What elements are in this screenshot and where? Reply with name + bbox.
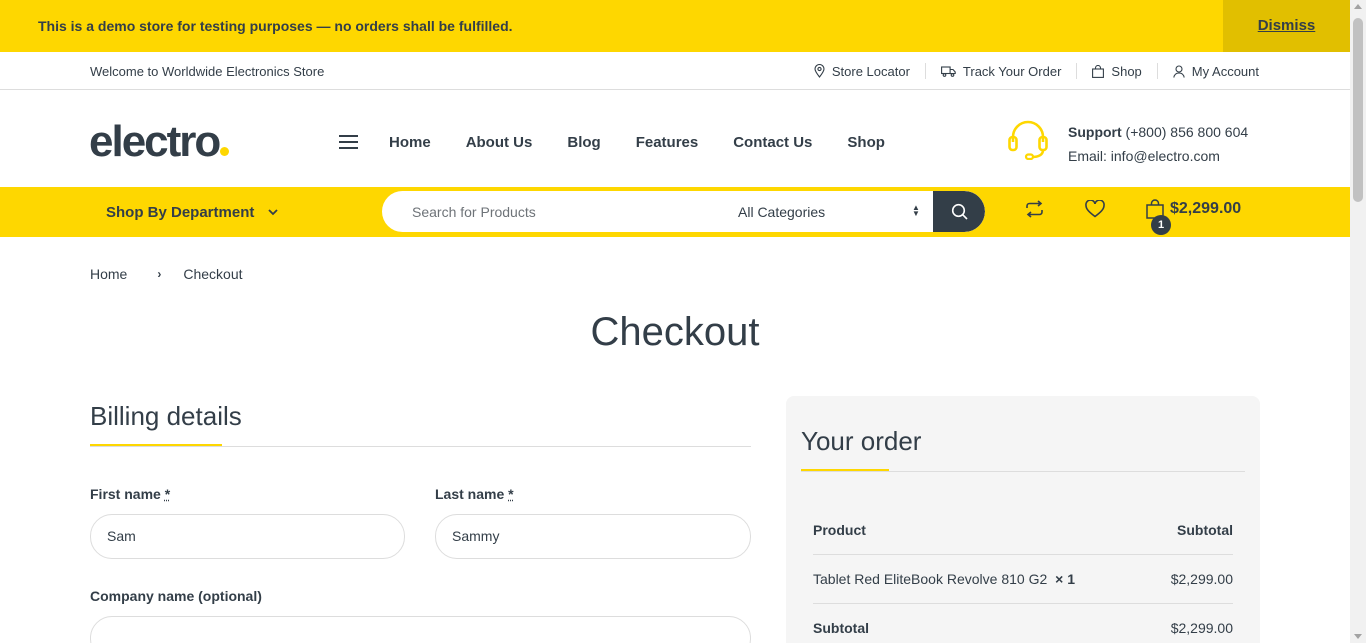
- chevron-down-icon: [268, 209, 278, 216]
- last-name-label: Last name *: [435, 486, 514, 502]
- shop-label: Shop: [1111, 64, 1141, 79]
- shop-link[interactable]: Shop: [1076, 63, 1156, 79]
- divider: [90, 446, 751, 447]
- hamburger-menu-icon[interactable]: [339, 135, 358, 153]
- user-icon: [1173, 65, 1185, 78]
- your-order-heading: Your order: [801, 426, 921, 457]
- select-arrows-icon: ▲ ▼: [912, 205, 920, 217]
- scroll-down-arrow-icon[interactable]: [1354, 634, 1362, 639]
- heading-accent-line: [801, 469, 889, 471]
- scroll-thumb[interactable]: [1353, 18, 1363, 202]
- last-name-field[interactable]: Sammy: [435, 514, 751, 559]
- category-select[interactable]: All Categories: [738, 204, 825, 220]
- breadcrumb-home[interactable]: Home: [90, 266, 127, 282]
- first-name-field[interactable]: Sam: [90, 514, 405, 559]
- divider: [801, 471, 1245, 472]
- page-title: Checkout: [0, 310, 1350, 355]
- company-name-label: Company name (optional): [90, 588, 262, 604]
- department-navbar: Shop By Department Search for Products A…: [0, 187, 1350, 237]
- subtotal-label: Subtotal: [813, 620, 869, 636]
- cart-total: $2,299.00: [1170, 200, 1241, 218]
- nav-shop[interactable]: Shop: [847, 134, 885, 151]
- chevron-right-icon: ›: [157, 267, 161, 281]
- breadcrumb-current: Checkout: [183, 266, 242, 282]
- welcome-text: Welcome to Worldwide Electronics Store: [90, 64, 324, 79]
- support-block: Support (+800) 856 800 604 Email: info@e…: [1007, 120, 1049, 165]
- billing-details-heading: Billing details: [90, 401, 242, 432]
- item-price: $2,299.00: [1171, 571, 1233, 587]
- cart-button[interactable]: $2,299.00 1: [1146, 199, 1241, 219]
- order-review-box: Your order Product Subtotal Tablet Red E…: [786, 396, 1260, 643]
- wishlist-heart-icon[interactable]: [1085, 200, 1105, 218]
- headset-icon: [1007, 120, 1049, 160]
- table-row: Tablet Red EliteBook Revolve 810 G2 × 1 …: [813, 571, 1233, 587]
- truck-icon: [941, 66, 956, 77]
- support-phone[interactable]: (+800) 856 800 604: [1126, 124, 1249, 140]
- department-label: Shop By Department: [106, 204, 254, 221]
- top-links: Store Locator Track Your Order Shop My A…: [799, 63, 1259, 79]
- track-order-label: Track Your Order: [963, 64, 1062, 79]
- scroll-up-arrow-icon[interactable]: [1354, 4, 1362, 9]
- nav-home[interactable]: Home: [389, 134, 431, 151]
- nav-features[interactable]: Features: [636, 134, 699, 151]
- required-mark: *: [508, 486, 513, 502]
- first-name-label: First name *: [90, 486, 170, 502]
- search-input[interactable]: Search for Products: [412, 204, 536, 220]
- heading-accent-line: [90, 444, 222, 446]
- order-item: Tablet Red EliteBook Revolve 810 G2 × 1: [813, 571, 1075, 587]
- breadcrumb: Home › Checkout: [90, 266, 243, 282]
- store-locator-label: Store Locator: [832, 64, 910, 79]
- logo-dot: [220, 147, 229, 156]
- subtotal-row: Subtotal $2,299.00: [813, 620, 1233, 636]
- order-table-header: Product Subtotal: [813, 522, 1233, 538]
- support-email[interactable]: Email: info@electro.com: [1068, 144, 1248, 168]
- support-label: Support: [1068, 124, 1122, 140]
- subtotal-value: $2,299.00: [1171, 620, 1233, 636]
- map-pin-icon: [814, 64, 825, 78]
- site-logo[interactable]: electro: [89, 118, 229, 166]
- search-bar: Search for Products All Categories ▲ ▼: [382, 191, 985, 232]
- cart-count-badge: 1: [1151, 215, 1171, 235]
- compare-icon[interactable]: [1025, 200, 1044, 218]
- nav-about-us[interactable]: About Us: [466, 134, 533, 151]
- demo-notice-text: This is a demo store for testing purpose…: [38, 18, 513, 34]
- my-account-link[interactable]: My Account: [1157, 63, 1259, 79]
- nav-blog[interactable]: Blog: [567, 134, 600, 151]
- demo-store-notice: This is a demo store for testing purpose…: [0, 0, 1350, 52]
- site-header: electro Home About Us Blog Features Cont…: [0, 90, 1350, 187]
- search-button[interactable]: [933, 191, 985, 232]
- support-text: Support (+800) 856 800 604 Email: info@e…: [1068, 120, 1248, 168]
- store-locator-link[interactable]: Store Locator: [799, 63, 925, 79]
- dismiss-link[interactable]: Dismiss: [1223, 0, 1350, 52]
- main-nav: Home About Us Blog Features Contact Us S…: [389, 134, 920, 151]
- item-qty: × 1: [1055, 571, 1075, 587]
- table-divider: [813, 554, 1233, 555]
- search-icon: [951, 203, 968, 220]
- track-order-link[interactable]: Track Your Order: [925, 63, 1077, 79]
- table-divider: [813, 603, 1233, 604]
- shopping-bag-icon: [1092, 65, 1104, 78]
- item-name: Tablet Red EliteBook Revolve 810 G2: [813, 571, 1047, 587]
- required-mark: *: [165, 486, 170, 502]
- logo-text: electro: [89, 117, 219, 166]
- page-scrollbar[interactable]: [1350, 0, 1366, 643]
- shop-by-department-button[interactable]: Shop By Department: [106, 204, 278, 221]
- col-product: Product: [813, 522, 866, 538]
- company-name-field[interactable]: [90, 616, 751, 643]
- col-subtotal: Subtotal: [1177, 522, 1233, 538]
- nav-contact-us[interactable]: Contact Us: [733, 134, 812, 151]
- top-bar: Welcome to Worldwide Electronics Store S…: [0, 52, 1350, 90]
- my-account-label: My Account: [1192, 64, 1259, 79]
